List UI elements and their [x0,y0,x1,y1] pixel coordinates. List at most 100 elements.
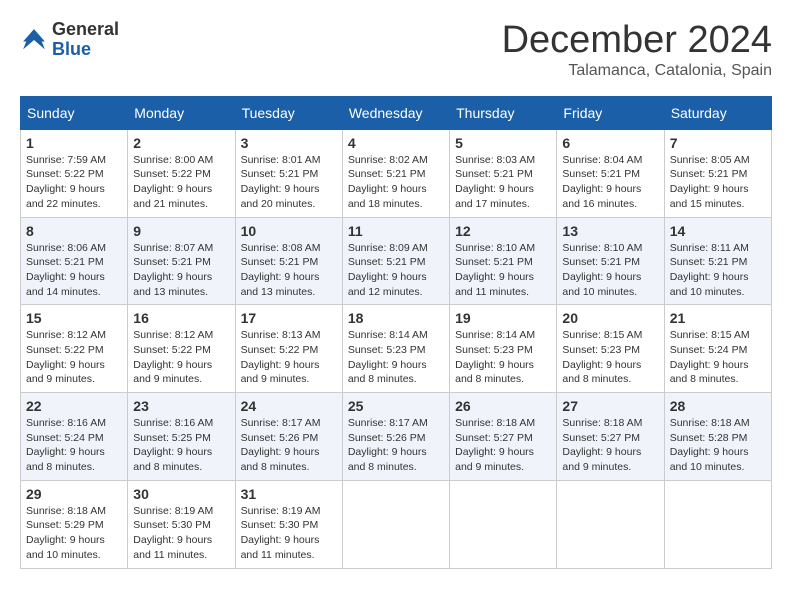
day-info: Sunrise: 8:10 AMSunset: 5:21 PMDaylight:… [455,241,551,300]
daylight: Daylight: 9 hours and 8 minutes. [133,446,212,473]
daylight: Daylight: 9 hours and 22 minutes. [26,183,105,210]
calendar-cell: 22Sunrise: 8:16 AMSunset: 5:24 PMDayligh… [21,393,128,481]
sunrise: Sunrise: 8:09 AM [348,242,428,254]
day-info: Sunrise: 8:06 AMSunset: 5:21 PMDaylight:… [26,241,122,300]
day-number: 14 [670,223,766,239]
sunrise: Sunrise: 8:14 AM [455,329,535,341]
day-info: Sunrise: 8:15 AMSunset: 5:24 PMDaylight:… [670,328,766,387]
calendar-cell: 27 Sunrise: 8:18 AMSunset: 5:27 PMDayligh… [557,393,664,481]
sunset: Sunset: 5:21 PM [241,256,319,268]
daylight: Daylight: 9 hours and 20 minutes. [241,183,320,210]
day-info: Sunrise: 8:03 AMSunset: 5:21 PMDaylight:… [455,153,551,212]
day-info: Sunrise: 8:15 AMSunset: 5:23 PMDaylight:… [562,328,658,387]
sunrise: Sunrise: 8:13 AM [241,329,321,341]
sunset: Sunset: 5:27 PM [455,432,533,444]
calendar-week-2: 15 Sunrise: 8:12 AM Sunset: 5:22 PM Dayligh… [21,305,772,393]
daylight: Daylight: 9 hours and 21 minutes. [133,183,212,210]
day-info: Sunrise: 8:18 AMSunset: 5:27 PMDaylight:… [562,416,658,475]
sunset: Sunset: 5:21 PM [670,168,748,180]
day-info: Sunrise: 8:19 AMSunset: 5:30 PMDaylight:… [133,504,229,563]
calendar-header-row: Sunday Monday Tuesday Wednesday Thursday… [21,96,772,129]
daylight: Daylight: 9 hours and 18 minutes. [348,183,427,210]
day-info: Sunrise: 8:09 AMSunset: 5:21 PMDaylight:… [348,241,444,300]
sunrise: Sunrise: 8:07 AM [133,242,213,254]
day-number: 25 [348,398,444,414]
sunrise: Sunrise: 8:10 AM [562,242,642,254]
day-number: 7 [670,135,766,151]
calendar-cell: 15Sunrise: 8:12 AMSunset: 5:22 PMDayligh… [21,305,128,393]
sunset: Sunset: 5:22 PM [133,344,211,356]
daylight: Daylight: 9 hours and 10 minutes. [670,446,749,473]
sunset: Sunset: 5:21 PM [26,256,104,268]
day-number: 13 [562,223,658,239]
calendar-cell: 14Sunrise: 8:11 AMSunset: 5:21 PMDayligh… [664,217,771,305]
calendar-cell: 7Sunrise: 8:05 AMSunset: 5:21 PMDaylight… [664,129,771,217]
daylight: Daylight: 9 hours and 8 minutes. [26,446,105,473]
sunset: Sunset: 5:21 PM [133,256,211,268]
daylight: Daylight: 9 hours and 14 minutes. [26,271,105,298]
day-number: 10 [241,223,337,239]
day-info: Sunrise: 8:02 AMSunset: 5:21 PMDaylight:… [348,153,444,212]
sunrise: Sunrise: 8:04 AM [562,154,642,166]
sunrise: Sunrise: 8:17 AM [241,417,321,429]
day-number: 15 [26,310,122,326]
sunset: Sunset: 5:21 PM [562,168,640,180]
day-number: 8 [26,223,122,239]
daylight: Daylight: 9 hours and 12 minutes. [348,271,427,298]
daylight: Daylight: 9 hours and 10 minutes. [26,534,105,561]
day-number: 12 [455,223,551,239]
daylight: Daylight: 9 hours and 8 minutes. [241,446,320,473]
sunrise: Sunrise: 8:10 AM [455,242,535,254]
sunset: Sunset: 5:28 PM [670,432,748,444]
day-info: Sunrise: 8:12 AMSunset: 5:22 PMDaylight:… [133,328,229,387]
calendar-cell: 29Sunrise: 8:18 AMSunset: 5:29 PMDayligh… [21,480,128,568]
sunset: Sunset: 5:22 PM [26,168,104,180]
col-saturday: Saturday [664,96,771,129]
day-info: Sunrise: 8:16 AMSunset: 5:25 PMDaylight:… [133,416,229,475]
sunset: Sunset: 5:21 PM [241,168,319,180]
day-info: Sunrise: 8:07 AM Sunset: 5:21 PM Daylight:… [133,241,229,300]
calendar-cell: 1Sunrise: 7:59 AMSunset: 5:22 PMDaylight… [21,129,128,217]
day-info: Sunrise: 8:16 AMSunset: 5:24 PMDaylight:… [26,416,122,475]
day-info: Sunrise: 8:17 AMSunset: 5:26 PMDaylight:… [348,416,444,475]
calendar-cell: 23 Sunrise: 8:16 AMSunset: 5:25 PMDayligh… [128,393,235,481]
sunset: Sunset: 5:23 PM [562,344,640,356]
sunrise: Sunrise: 8:16 AM [133,417,213,429]
logo-blue: Blue [52,40,119,60]
day-info: Sunrise: 8:14 AMSunset: 5:23 PMDaylight:… [455,328,551,387]
calendar-cell: 21Sunrise: 8:15 AMSunset: 5:24 PMDayligh… [664,305,771,393]
daylight: Daylight: 9 hours and 9 minutes. [26,359,105,386]
sunrise: Sunrise: 8:18 AM [670,417,750,429]
calendar-cell: 20Sunrise: 8:15 AMSunset: 5:23 PMDayligh… [557,305,664,393]
sunset: Sunset: 5:21 PM [455,168,533,180]
calendar-cell: 11Sunrise: 8:09 AMSunset: 5:21 PMDayligh… [342,217,449,305]
day-info: Sunrise: 8:13 AMSunset: 5:22 PMDaylight:… [241,328,337,387]
day-number: 26 [455,398,551,414]
day-number: 31 [241,486,337,502]
calendar-cell: 8 Sunrise: 8:06 AMSunset: 5:21 PMDaylight… [21,217,128,305]
calendar-cell [664,480,771,568]
day-number: 23 [133,398,229,414]
daylight: Daylight: 9 hours and 8 minutes. [670,359,749,386]
day-number: 18 [348,310,444,326]
calendar-cell: 2Sunrise: 8:00 AMSunset: 5:22 PMDaylight… [128,129,235,217]
daylight: Daylight: 9 hours and 15 minutes. [670,183,749,210]
calendar-cell [450,480,557,568]
calendar-week-4: 29Sunrise: 8:18 AMSunset: 5:29 PMDayligh… [21,480,772,568]
sunrise: Sunrise: 8:12 AM [133,329,213,341]
sunrise: Sunrise: 8:19 AM [133,505,213,517]
daylight: Daylight: 9 hours and 13 minutes. [133,271,212,298]
day-number: 19 [455,310,551,326]
sunset: Sunset: 5:30 PM [133,519,211,531]
daylight: Daylight: 9 hours and 8 minutes. [348,359,427,386]
calendar-cell: 3Sunrise: 8:01 AMSunset: 5:21 PMDaylight… [235,129,342,217]
day-info: Sunrise: 8:18 AMSunset: 5:27 PMDaylight:… [455,416,551,475]
daylight: Daylight: 9 hours and 8 minutes. [348,446,427,473]
sunrise: Sunrise: 8:01 AM [241,154,321,166]
day-info: Sunrise: 8:04 AMSunset: 5:21 PMDaylight:… [562,153,658,212]
day-number: 27 [562,398,658,414]
logo-general: General [52,20,119,40]
daylight: Daylight: 9 hours and 11 minutes. [241,534,320,561]
sunrise: Sunrise: 8:17 AM [348,417,428,429]
sunset: Sunset: 5:24 PM [670,344,748,356]
